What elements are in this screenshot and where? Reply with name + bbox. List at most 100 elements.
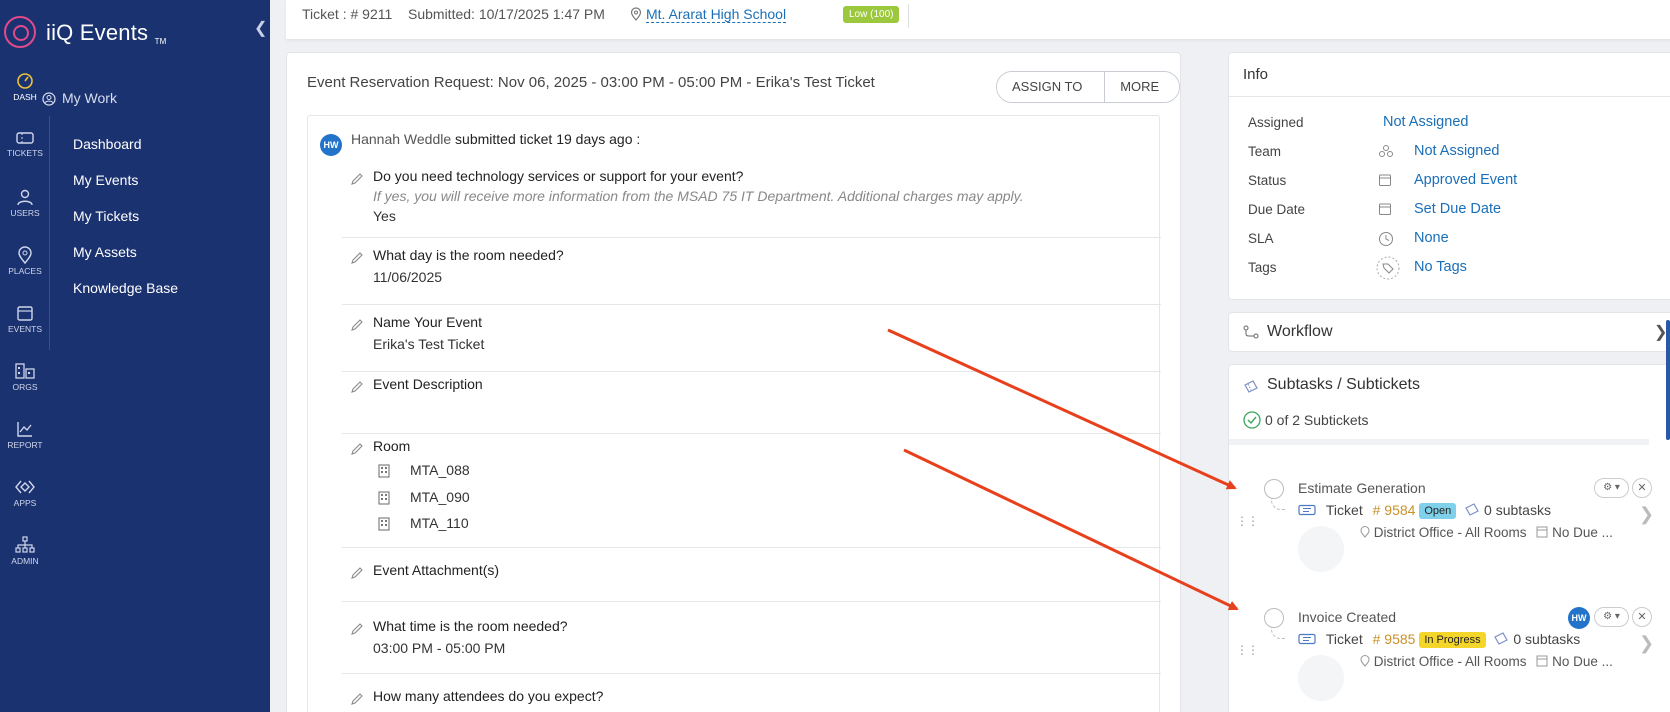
rail-item-places[interactable]: PLACES [0,246,50,298]
building-icon [378,464,390,478]
nav-my-events[interactable]: My Events [73,170,178,206]
question-tech-support: Do you need technology services or suppo… [342,168,1161,238]
question-answer: 03:00 PM - 05:00 PM [373,640,506,656]
building-icon [1536,655,1548,667]
rail-item-apps[interactable]: APPS [0,478,50,530]
check-circle-icon [1243,411,1261,429]
pencil-icon[interactable] [350,380,364,394]
nav-dashboard[interactable]: Dashboard [73,134,178,170]
subtasks-divider [1229,439,1649,445]
action-button-group: ASSIGN TO ME MORE [996,71,1180,103]
subticket-card[interactable]: ⋮⋮ Invoice Created Ticket # 9585 In Prog… [1236,605,1654,712]
location-pin-icon [1360,526,1370,538]
avatar[interactable]: HW [320,134,342,156]
subticket-location: District Office - All Rooms No Due ... [1360,525,1613,540]
status-value-link[interactable]: Approved Event [1414,172,1517,188]
tools-dropdown-button[interactable]: ⚙ ▾ [1594,478,1629,498]
location-pin-icon [18,246,32,264]
sla-value-link[interactable]: None [1414,230,1449,246]
tools-dropdown-button[interactable]: ⚙ ▾ [1594,607,1629,627]
question-answer: Erika's Test Ticket [373,336,485,352]
brand[interactable]: iiQ Events TM [0,10,270,54]
dashboard-icon [17,73,33,89]
submitter-name[interactable]: Hannah Weddle [351,131,451,147]
submitted-date: Submitted: 10/17/2025 1:47 PM [408,6,605,22]
building-icon [378,491,390,505]
rail-item-orgs[interactable]: ORGS [0,362,50,414]
more-button[interactable]: MORE [1104,72,1179,102]
nav-knowledge-base[interactable]: Knowledge Base [73,278,178,314]
user-icon [17,189,33,206]
brand-name: iiQ Events TM [46,20,167,46]
collapse-sidebar-icon[interactable]: ❮ [254,18,267,38]
status-circle[interactable] [1264,608,1284,628]
subticket-title[interactable]: Estimate Generation [1298,480,1426,496]
subtask-count: 0 of 2 Subtickets [1243,411,1369,429]
pencil-icon[interactable] [350,622,364,636]
subticket-title[interactable]: Invoice Created [1298,609,1396,625]
tag-icon [1376,256,1400,280]
status-circle[interactable] [1264,479,1284,499]
org-chart-icon [15,536,35,553]
question-label: How many attendees do you expect? [373,688,604,704]
assignee-placeholder [1298,526,1344,572]
info-row-team: Team Not Assigned [1248,143,1500,159]
subticket-card[interactable]: ⋮⋮ Estimate Generation Ticket # 9584 Ope… [1236,476,1654,588]
question-label: What day is the room needed? [373,247,564,263]
workflow-title: Workflow [1267,323,1333,340]
avatar[interactable]: HW [1568,607,1590,629]
question-label: Room [373,438,411,454]
rail-item-admin[interactable]: ADMIN [0,536,50,588]
close-icon[interactable]: ✕ [1632,478,1652,498]
team-value-link[interactable]: Not Assigned [1414,143,1499,159]
subticket-number[interactable]: # 9584 [1373,502,1416,518]
subticket-number[interactable]: # 9585 [1373,631,1416,647]
question-event-name: Name Your Event Erika's Test Ticket [342,314,1161,372]
assign-to-me-button[interactable]: ASSIGN TO ME [997,72,1105,102]
rail-item-events[interactable]: EVENTS [0,304,50,356]
chart-icon [17,422,32,437]
workflow-panel[interactable]: Workflow ❯ [1228,312,1670,352]
pencil-icon[interactable] [350,692,364,706]
close-icon[interactable]: ✕ [1632,607,1652,627]
rail-item-report[interactable]: REPORT [0,420,50,472]
pencil-icon[interactable] [350,172,364,186]
due-date-value-link[interactable]: Set Due Date [1414,201,1501,217]
pencil-icon[interactable] [350,442,364,456]
rail-item-tickets[interactable]: TICKETS [0,130,50,182]
nav-my-tickets[interactable]: My Tickets [73,206,178,242]
ticket-header-bar: Ticket : # 9211 Submitted: 10/17/2025 1:… [286,0,1670,40]
assigned-value-link[interactable]: Not Assigned [1383,114,1468,130]
calendar-icon [17,306,33,321]
info-row-status: Status Approved Event [1248,172,1518,188]
info-row-assigned: Assigned Not Assigned [1248,114,1469,130]
tags-value-link[interactable]: No Tags [1414,259,1467,275]
nav-my-assets[interactable]: My Assets [73,242,178,278]
question-label: Event Description [373,376,483,392]
info-row-tags: Tags No Tags [1248,256,1670,280]
calendar-icon [1379,203,1391,215]
ticket-icon [1298,633,1316,645]
location-link[interactable]: Mt. Ararat High School [646,6,787,23]
ticket-icon [16,132,34,144]
question-attachments: Event Attachment(s) [342,562,1161,602]
pencil-icon[interactable] [350,251,364,265]
pencil-icon[interactable] [350,318,364,332]
drag-handle-icon[interactable]: ⋮⋮ [1236,644,1259,656]
pencil-icon[interactable] [350,566,364,580]
subtasks-title: Subtasks / Subtickets [1267,376,1420,393]
question-label: What time is the room needed? [373,618,568,634]
location-wrap: Mt. Ararat High School [630,6,787,23]
scrollbar-thumb[interactable] [1666,320,1670,440]
info-panel: Info Assigned Not Assigned Team Not Assi… [1228,52,1670,300]
question-answer: 11/06/2025 [373,269,443,285]
my-work-header[interactable]: My Work [42,90,117,106]
drag-handle-icon[interactable]: ⋮⋮ [1236,515,1259,527]
ticket-icon [1298,504,1316,516]
rail-item-users[interactable]: USERS [0,188,50,240]
chevron-right-icon[interactable]: ❯ [1639,504,1654,525]
subticket-location: District Office - All Rooms No Due ... [1360,654,1613,669]
connector-line [1271,498,1285,510]
rail-divider [49,116,50,350]
chevron-right-icon[interactable]: ❯ [1639,633,1654,654]
